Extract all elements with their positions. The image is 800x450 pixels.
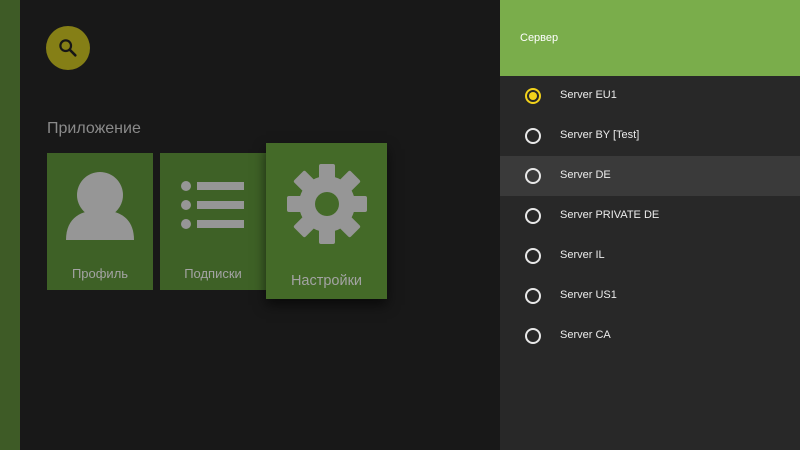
server-option[interactable]: Server US1 bbox=[500, 276, 800, 316]
tile-subscriptions-label: Подписки bbox=[184, 266, 242, 281]
person-icon bbox=[66, 172, 134, 240]
radio-button[interactable] bbox=[525, 128, 541, 144]
server-panel: Сервер Server EU1 Server BY [Test] Serve… bbox=[500, 0, 800, 450]
section-title: Приложение bbox=[47, 120, 141, 137]
server-panel-title: Сервер bbox=[520, 32, 559, 44]
tile-profile-label: Профиль bbox=[71, 266, 129, 281]
search-icon bbox=[59, 39, 77, 57]
server-option-label: Server EU1 bbox=[560, 89, 617, 101]
radio-button[interactable] bbox=[525, 328, 541, 344]
server-option-label: Server DE bbox=[560, 169, 611, 181]
server-option-label: Server BY [Test] bbox=[560, 129, 640, 141]
server-option[interactable]: Server EU1 bbox=[500, 76, 800, 116]
server-option-label: Server IL bbox=[560, 249, 605, 261]
server-option-label: Server PRIVATE DE bbox=[560, 209, 660, 221]
radio-button[interactable] bbox=[525, 168, 541, 184]
tile-subscriptions[interactable]: Подписки bbox=[160, 153, 266, 290]
server-option-list: Server EU1 Server BY [Test] Server DE Se… bbox=[500, 76, 800, 356]
tile-profile[interactable]: Профиль bbox=[47, 153, 153, 290]
tv-settings-screen: Приложение Профиль Подписки Настройки Се… bbox=[0, 0, 800, 450]
server-option-label: Server CA bbox=[560, 329, 611, 341]
tile-settings-label: Настройки bbox=[290, 273, 363, 289]
radio-button-checked[interactable] bbox=[525, 88, 541, 104]
radio-button[interactable] bbox=[525, 208, 541, 224]
server-panel-header: Сервер bbox=[500, 0, 800, 76]
gear-icon bbox=[287, 164, 367, 244]
server-option-label: Server US1 bbox=[560, 289, 617, 301]
list-icon bbox=[181, 181, 244, 229]
radio-button[interactable] bbox=[525, 288, 541, 304]
left-nav-strip bbox=[0, 0, 20, 450]
server-option[interactable]: Server IL bbox=[500, 236, 800, 276]
server-option[interactable]: Server PRIVATE DE bbox=[500, 196, 800, 236]
server-option[interactable]: Server BY [Test] bbox=[500, 116, 800, 156]
server-option[interactable]: Server CA bbox=[500, 316, 800, 356]
search-button[interactable] bbox=[46, 26, 90, 70]
server-option-focused[interactable]: Server DE bbox=[500, 156, 800, 196]
radio-button[interactable] bbox=[525, 248, 541, 264]
tile-settings[interactable]: Настройки bbox=[266, 143, 387, 299]
